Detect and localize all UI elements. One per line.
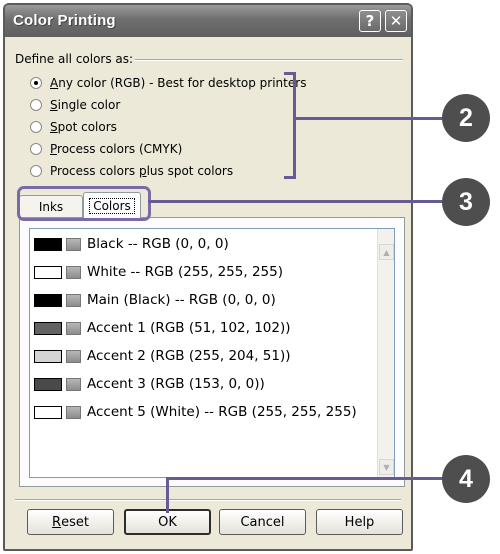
color-swatch — [34, 405, 62, 419]
list-item[interactable]: Accent 1 (RGB (51, 102, 102)) — [34, 318, 291, 338]
color-swatch — [34, 349, 62, 363]
radio-button[interactable] — [30, 143, 42, 155]
radio-label: Process colors plus spot colors — [50, 164, 234, 178]
swatch-icon — [66, 293, 81, 307]
color-label: White -- RGB (255, 255, 255) — [87, 264, 283, 280]
radio-label: Any color (RGB) - Best for desktop print… — [50, 76, 307, 90]
list-item[interactable]: Accent 5 (White) -- RGB (255, 255, 255) — [34, 402, 357, 422]
list-item[interactable]: Accent 2 (RGB (255, 204, 51)) — [34, 346, 291, 366]
tab-colors-label: Colors — [89, 197, 135, 214]
radio-spot-colors[interactable]: Spot colors — [30, 118, 117, 136]
swatch-icon — [66, 237, 81, 251]
color-label: Accent 5 (White) -- RGB (255, 255, 255) — [87, 404, 357, 420]
swatch-icon — [66, 377, 81, 391]
radio-label: Single color — [50, 98, 121, 112]
list-item[interactable]: White -- RGB (255, 255, 255) — [34, 262, 283, 282]
radio-label: Spot colors — [50, 120, 117, 134]
radio-process-plus-spot[interactable]: Process colors plus spot colors — [30, 162, 233, 180]
close-icon[interactable]: ✕ — [385, 10, 407, 32]
radio-button[interactable] — [30, 99, 42, 111]
color-swatch — [34, 321, 62, 335]
color-label: Main (Black) -- RGB (0, 0, 0) — [87, 292, 276, 308]
callout-4-badge: 4 — [442, 455, 490, 503]
color-swatch — [34, 265, 62, 279]
callout-2-badge: 2 — [442, 94, 490, 142]
callout-2-bracket-side — [293, 72, 296, 179]
list-item[interactable]: Accent 3 (RGB (153, 0, 0)) — [34, 374, 265, 394]
color-swatch — [34, 377, 62, 391]
radio-single-color[interactable]: Single color — [30, 96, 120, 114]
list-item[interactable]: Black -- RGB (0, 0, 0) — [34, 234, 229, 254]
help-icon[interactable]: ? — [359, 10, 381, 32]
callout-4-leader-h — [166, 477, 444, 480]
swatch-icon — [66, 405, 81, 419]
list-scrollbar[interactable]: ▲ ▼ — [377, 229, 394, 477]
radio-process-colors[interactable]: Process colors (CMYK) — [30, 140, 182, 158]
colors-tab-panel: Black -- RGB (0, 0, 0) White -- RGB (255… — [19, 217, 405, 487]
color-list[interactable]: Black -- RGB (0, 0, 0) White -- RGB (255… — [29, 228, 395, 478]
color-label: Accent 2 (RGB (255, 204, 51)) — [87, 348, 291, 364]
color-label: Accent 1 (RGB (51, 102, 102)) — [87, 320, 291, 336]
callout-2-bracket-bottom — [284, 176, 296, 179]
swatch-icon — [66, 265, 81, 279]
color-printing-dialog: Color Printing ? ✕ Define all colors as:… — [3, 3, 413, 551]
up-arrow-icon[interactable]: ▲ — [379, 244, 394, 260]
radio-button[interactable] — [30, 77, 42, 89]
radio-any-color[interactable]: Any color (RGB) - Best for desktop print… — [30, 74, 306, 92]
help-button[interactable]: Help — [316, 509, 403, 535]
swatch-icon — [66, 321, 81, 335]
tab-colors[interactable]: Colors — [83, 192, 141, 218]
color-label: Accent 3 (RGB (153, 0, 0)) — [87, 376, 265, 392]
define-colors-label: Define all colors as: — [15, 52, 134, 66]
group-divider — [135, 59, 403, 61]
color-label: Black -- RGB (0, 0, 0) — [87, 236, 229, 252]
callout-2-leader — [293, 117, 443, 120]
button-separator — [15, 499, 401, 501]
callout-3-leader — [148, 200, 444, 203]
radio-label: Process colors (CMYK) — [50, 142, 183, 156]
reset-button[interactable]: Reset — [27, 509, 114, 535]
down-arrow-icon[interactable]: ▼ — [379, 459, 394, 475]
callout-4-leader-v — [166, 477, 169, 513]
callout-3-badge: 3 — [442, 178, 490, 226]
color-swatch — [34, 237, 62, 251]
radio-button[interactable] — [30, 165, 42, 177]
cancel-button[interactable]: Cancel — [219, 509, 306, 535]
radio-button[interactable] — [30, 121, 42, 133]
color-swatch — [34, 293, 62, 307]
swatch-icon — [66, 349, 81, 363]
dialog-title: Color Printing — [13, 12, 116, 29]
title-bar: Color Printing ? ✕ — [5, 5, 411, 37]
list-item[interactable]: Main (Black) -- RGB (0, 0, 0) — [34, 290, 276, 310]
